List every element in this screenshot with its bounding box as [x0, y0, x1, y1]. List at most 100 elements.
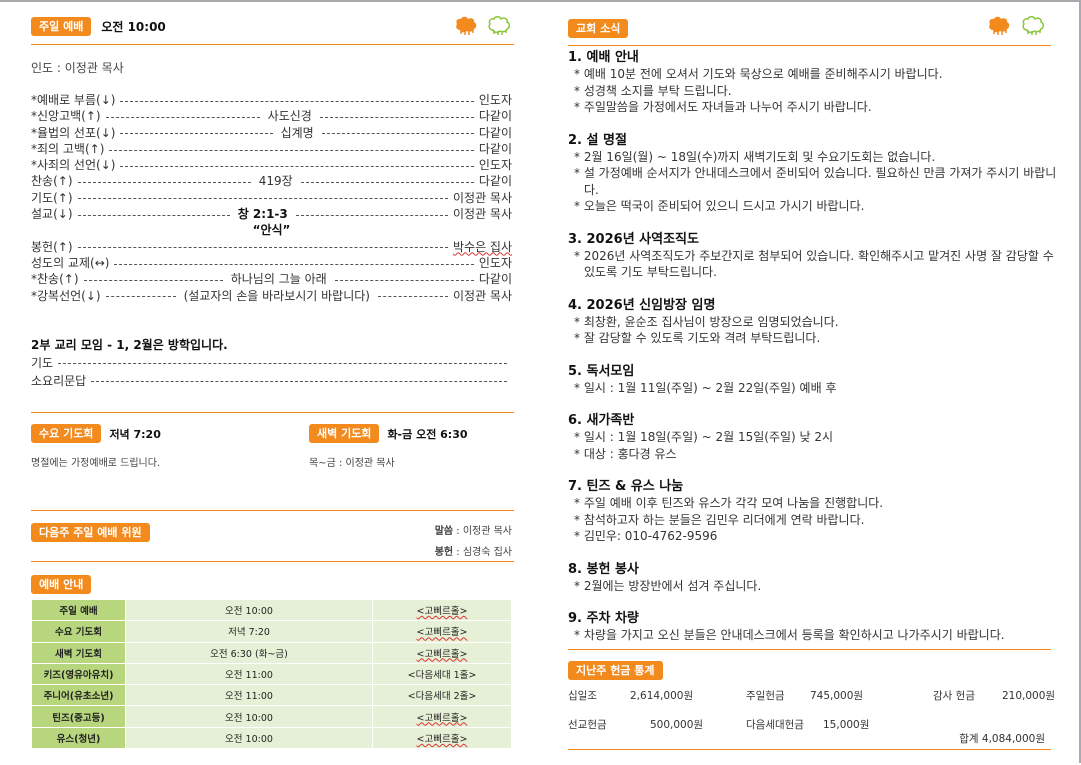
schedule-row: 새벽 기도회 오전 6:30 (화~금) <고삐르홀>: [31, 641, 512, 664]
order-item-person: 박수은 집사: [452, 239, 512, 254]
order-item-name: 설교(↓): [31, 207, 73, 222]
order-item: *예배로 부름(↓) 인도자: [31, 92, 512, 108]
news-line: * 김민우: 010-4762-9596: [574, 529, 718, 543]
schedule-row: 유스(청년) 오전 10:00 <고삐르홀>: [31, 726, 512, 750]
order-item-person: 이정관 목사: [452, 190, 512, 205]
next-week-committee-badge: 다음주 주일 예배 위원: [31, 523, 150, 542]
dawn-prayer-time: 화-금 오전 6:30: [387, 427, 468, 441]
order-item: 봉헌(↑) 박수은 집사: [31, 239, 512, 255]
news-title: 7. 틴즈 & 유스 나눔: [568, 479, 684, 494]
news-line: * 성경책 소지를 부탁 드립니다.: [574, 83, 732, 98]
right-page: 교회 소식 1. 예배 안내 * 예배 10분 전에 오셔서 기도와 묵상으로 예…: [568, 2, 1056, 765]
order-item-name: *신앙고백(↑): [31, 109, 101, 124]
order-item-name: *율법의 선포(↓): [31, 125, 116, 140]
order-item: 설교(↓) 창 2:1-3 이정관 목사: [31, 206, 512, 222]
order-item-name: *사죄의 선언(↓): [31, 158, 116, 173]
catechism-section: 2부 교리 모임 - 1, 2월은 방학입니다. 기도 소요리문답: [31, 337, 512, 389]
news-title: 6. 새가족반: [568, 413, 635, 428]
catechism-title: 2부 교리 모임 - 1, 2월은 방학입니다.: [31, 338, 228, 352]
news-section: 1. 예배 안내 * 예배 10분 전에 오셔서 기도와 묵상으로 예배를 준비해…: [568, 49, 1058, 116]
news-line: * 2월 16일(월) ~ 18일(수)까지 새벽기도회 및 수요기도회는 없습…: [574, 149, 936, 164]
schedule-place: <고삐르홀>: [372, 705, 512, 728]
news-title: 3. 2026년 사역조직도: [568, 231, 699, 247]
news-section: 7. 틴즈 & 유스 나눔 * 주일 예배 이후 틴즈와 유스가 각각 모여 나눔…: [568, 478, 1058, 545]
news-line: * 일시 : 1월 11일(주일) ~ 2월 22일(주일) 예배 후: [574, 380, 837, 395]
order-item-person: 인도자: [478, 255, 512, 270]
news-section: 5. 독서모임 * 일시 : 1월 11일(주일) ~ 2월 22일(주일) 예배…: [568, 363, 1058, 397]
order-item-person: 다같이: [478, 109, 513, 124]
order-item-name: *찬송(↑): [31, 272, 79, 287]
dawn-prayer-badge: 새벽 기도회: [309, 424, 380, 443]
green-sheep-icon: [1022, 16, 1044, 35]
church-news-badge: 교회 소식: [568, 19, 629, 38]
wednesday-prayer-badge: 수요 기도회: [31, 424, 102, 443]
news-title: 5. 독서모임: [568, 363, 635, 379]
schedule-place: <다음세대 1홀>: [372, 662, 512, 686]
order-item: *신앙고백(↑) 사도신경 다같이: [31, 108, 512, 124]
offering-value: 210,000원: [1002, 690, 1056, 702]
order-item-detail: 419장: [258, 174, 293, 189]
schedule-row: 수요 기도회 저녁 7:20 <고삐르홀>: [31, 620, 512, 643]
schedule-place: <고삐르홀>: [372, 598, 512, 622]
news-line: * 2026년 사역조직도가 주보간지로 첨부되어 있습니다. 확인해주시고 맡…: [574, 248, 1054, 280]
news-line: * 잘 감당할 수 있도록 기도와 격려 부탁드립니다.: [574, 331, 821, 345]
order-item: 기도(↑) 이정관 목사: [31, 190, 512, 206]
schedule-service: 수요 기도회: [31, 620, 126, 643]
schedule-place: <고삐르홀>: [372, 641, 512, 664]
order-item-person: 다같이: [478, 141, 512, 156]
orange-sheep-icon: [989, 16, 1010, 35]
schedule-row: 주일 예배 오전 10:00 <고삐르홀>: [31, 598, 512, 622]
green-sheep-icon: [488, 16, 510, 35]
offering-label: 주일헌금: [746, 690, 785, 702]
orange-sheep-icon: [456, 16, 477, 35]
order-item: *사죄의 선언(↓) 인도자: [31, 157, 512, 173]
schedule-service: 주일 예배: [31, 598, 126, 622]
offering-value: 15,000원: [823, 719, 870, 731]
order-item-name: *강복선언(↓): [31, 288, 101, 303]
schedule-place: <고삐르홀>: [372, 620, 512, 643]
order-item: *찬송(↑) 하나님의 그늘 아래 다같이: [31, 271, 512, 287]
schedule-place: <고삐르홀>: [372, 726, 512, 750]
offering-label: 감사 헌금: [933, 690, 975, 702]
schedule-time: 오전 10:00: [125, 726, 373, 750]
offering-label: 선교헌금: [568, 719, 607, 731]
schedule-time: 저녁 7:20: [125, 620, 373, 643]
order-item: 성도의 교제(↔) 인도자: [31, 255, 512, 271]
news-line: * 주일 예배 이후 틴즈와 유스가 각각 모여 나눔을 진행합니다.: [574, 496, 884, 510]
order-item: 찬송(↑) 419장 다같이: [31, 173, 512, 189]
sermon-title: “안식”: [252, 223, 291, 238]
wednesday-prayer-time: 저녁 7:20: [109, 427, 161, 441]
news-title: 9. 주차 차량: [568, 611, 639, 626]
news-line: * 예배 10분 전에 오셔서 기도와 묵상으로 예배를 준비해주시기 바랍니다…: [574, 67, 943, 81]
worship-schedule-table: 주일 예배 오전 10:00 <고삐르홀> 수요 기도회 저녁 7:20 <고삐르홀> 새벽…: [31, 598, 512, 750]
order-item-person: 다같이: [478, 125, 512, 140]
order-item-name: 찬송(↑): [31, 174, 73, 189]
sunday-service-time: 오전 10:00: [101, 20, 166, 34]
news-title: 8. 봉헌 봉사: [568, 561, 639, 577]
schedule-row: 키즈(영유아유치) 오전 11:00 <다음세대 1홀>: [31, 662, 512, 686]
news-section: 3. 2026년 사역조직도 * 2026년 사역조직도가 주보간지로 첨부되어 …: [568, 231, 1058, 281]
news-section: 2. 설 명절 * 2월 16일(월) ~ 18일(수)까지 새벽기도회 및 수요…: [568, 132, 1058, 215]
schedule-time: 오전 10:00: [125, 598, 373, 622]
news-line: * 참석하고자 하는 분들은 김민우 리더에게 연락 바랍니다.: [574, 512, 865, 527]
order-item-person: 다같이: [478, 174, 513, 189]
order-item-name: 성도의 교제(↔): [31, 255, 110, 270]
order-item-person: 인도자: [478, 158, 512, 173]
schedule-place: <다음세대 2홀>: [372, 684, 512, 707]
order-item: “안식”: [31, 222, 512, 238]
order-item-name: *죄의 고백(↑): [31, 141, 105, 156]
order-item-detail: 하나님의 그늘 아래: [230, 272, 327, 287]
news-line: * 최창환, 윤순조 집사님이 방장으로 임명되었습니다.: [574, 314, 839, 329]
schedule-service: 키즈(영유아유치): [31, 662, 126, 686]
news-section: 4. 2026년 신임방장 임명 * 최창환, 윤순조 집사님이 방장으로 임명되…: [568, 297, 1058, 347]
schedule-service: 새벽 기도회: [31, 641, 126, 664]
schedule-service: 주니어(유초소년): [31, 684, 126, 707]
order-item-detail: (설교자의 손을 바라보시기 바랍니다): [183, 288, 370, 303]
order-item-name: *예배로 부름(↓): [31, 93, 116, 107]
order-item-detail: 사도신경: [267, 109, 312, 124]
news-line: * 차량을 가지고 오신 분들은 안내데스크에서 등록을 확인하시고 나가주시기…: [574, 628, 1005, 642]
catechism-item: 소요리문답: [31, 372, 512, 388]
next-week-offering: 봉헌 : 심경숙 집사: [434, 547, 512, 558]
offering-stats-badge: 지난주 헌금 통계: [568, 661, 663, 680]
schedule-service: 틴즈(중고등): [31, 705, 126, 728]
